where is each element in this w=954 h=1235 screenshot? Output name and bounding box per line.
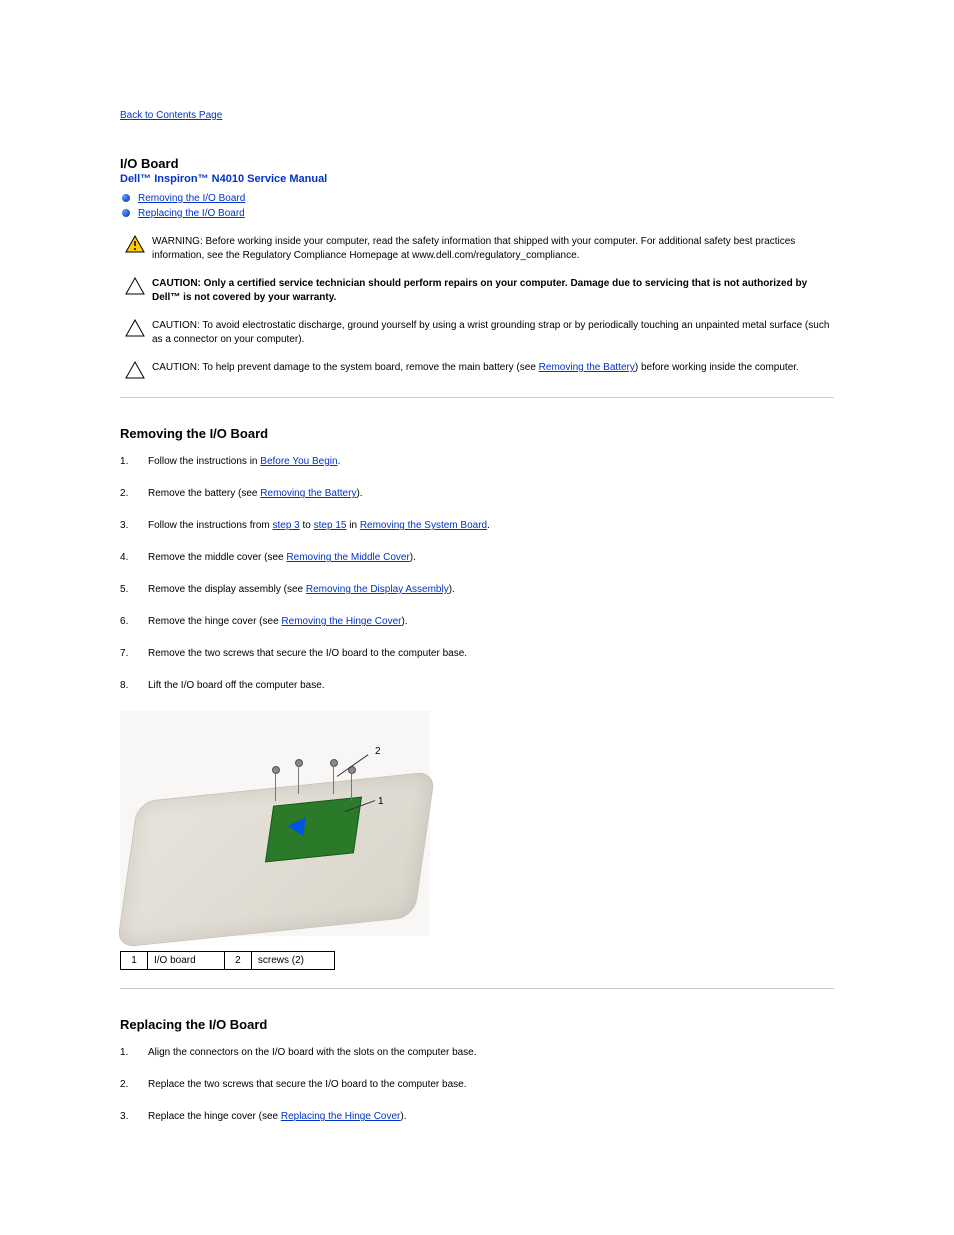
section-heading-removing: Removing the I/O Board — [120, 426, 834, 441]
toc-list: Removing the I/O Board Replacing the I/O… — [120, 191, 834, 221]
divider — [120, 397, 834, 398]
link-removing-battery-notice[interactable]: Removing the Battery — [539, 362, 635, 373]
link-before-you-begin[interactable]: Before You Begin — [260, 456, 337, 467]
caution-icon — [125, 361, 145, 379]
table-cell: 1 — [121, 952, 148, 970]
back-to-contents-link[interactable]: Back to Contents Page — [120, 110, 222, 121]
toc-link-replacing[interactable]: Replacing the I/O Board — [138, 208, 245, 219]
link-removing-battery[interactable]: Removing the Battery — [260, 488, 356, 499]
section-heading-replacing: Replacing the I/O Board — [120, 1017, 834, 1032]
caution-icon — [125, 277, 145, 295]
caution-text-3: CAUTION: To help prevent damage to the s… — [150, 361, 834, 375]
table-cell: 2 — [224, 952, 251, 970]
warning-text: WARNING: Before working inside your comp… — [150, 235, 834, 263]
divider — [120, 988, 834, 989]
warning-icon — [125, 235, 145, 253]
parts-table: 1 I/O board 2 screws (2) — [120, 951, 335, 970]
link-removing-hinge-cover[interactable]: Removing the Hinge Cover — [281, 616, 401, 627]
caution-text-2: CAUTION: To avoid electrostatic discharg… — [150, 319, 834, 347]
callout-1: 1 — [378, 796, 384, 807]
table-cell: screws (2) — [251, 952, 334, 970]
steps-replacing: Align the connectors on the I/O board wi… — [120, 1046, 834, 1124]
page-subtitle: Dell™ Inspiron™ N4010 Service Manual — [120, 173, 834, 185]
toc-link-removing[interactable]: Removing the I/O Board — [138, 193, 245, 204]
page-title: I/O Board — [120, 156, 834, 171]
table-cell: I/O board — [148, 952, 225, 970]
steps-removing: Follow the instructions in Before You Be… — [120, 455, 834, 693]
figure-io-board: 1 2 1 I/O board 2 screws (2) — [120, 711, 430, 970]
callout-2: 2 — [375, 746, 381, 757]
caution-icon — [125, 319, 145, 337]
link-removing-system-board[interactable]: Removing the System Board — [360, 520, 487, 531]
link-step3[interactable]: step 3 — [273, 520, 300, 531]
link-replacing-hinge-cover[interactable]: Replacing the Hinge Cover — [281, 1111, 401, 1122]
link-step15[interactable]: step 15 — [314, 520, 347, 531]
link-removing-display-assembly[interactable]: Removing the Display Assembly — [306, 584, 449, 595]
link-removing-middle-cover[interactable]: Removing the Middle Cover — [286, 552, 409, 563]
caution-text-1: CAUTION: Only a certified service techni… — [150, 277, 834, 305]
